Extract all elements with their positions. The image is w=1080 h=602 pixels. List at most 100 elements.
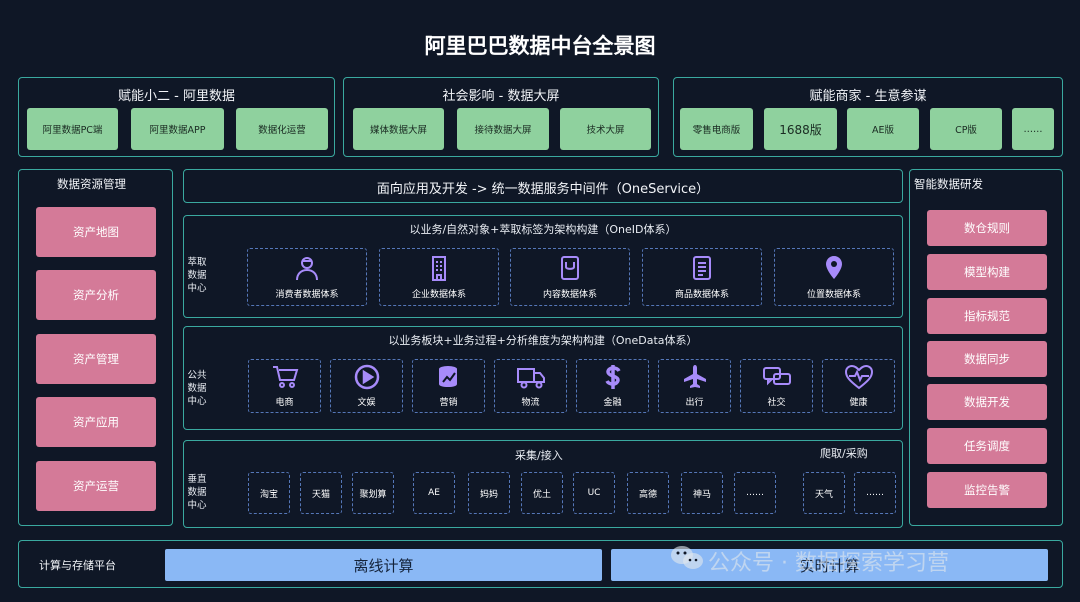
edition-1688-button[interactable]: 1688版 bbox=[764, 108, 837, 150]
item-label: 位置数据体系 bbox=[806, 290, 861, 300]
watermark-text: 公众号 · 数据探索学习营 bbox=[708, 551, 949, 576]
item-label: 健康 bbox=[849, 398, 868, 408]
panel-title: 赋能小二 - 阿里数据 bbox=[118, 89, 235, 104]
content-icon bbox=[556, 254, 584, 282]
more-button[interactable]: …… bbox=[1012, 108, 1054, 150]
travel-box[interactable]: 出行 bbox=[658, 359, 731, 413]
enterprise-data-box[interactable]: 企业数据体系 bbox=[379, 248, 499, 306]
ae-edition-button[interactable]: AE版 bbox=[847, 108, 919, 150]
wechat-logo bbox=[670, 544, 704, 572]
ecommerce-box[interactable]: 电商 bbox=[248, 359, 321, 413]
asset-analysis-button[interactable]: 资产分析 bbox=[36, 270, 156, 320]
gaode-box[interactable]: 高德 bbox=[627, 472, 669, 514]
panel-title: 数据资源管理 bbox=[57, 177, 126, 191]
cp-edition-button[interactable]: CP版 bbox=[930, 108, 1002, 150]
section-label: 萃取 数据 中心 bbox=[187, 257, 207, 294]
item-label: 物流 bbox=[521, 398, 540, 408]
section-title: 以业务板块+业务过程+分析维度为架构构建（OneData体系） bbox=[388, 334, 698, 347]
reception-screen-button[interactable]: 接待数据大屏 bbox=[457, 108, 549, 150]
data-dev-button[interactable]: 数据开发 bbox=[927, 384, 1047, 420]
logistics-box[interactable]: 物流 bbox=[494, 359, 567, 413]
dollar-icon bbox=[599, 364, 627, 390]
location-data-box[interactable]: 位置数据体系 bbox=[774, 248, 894, 306]
warehouse-rules-button[interactable]: 数仓规则 bbox=[927, 210, 1047, 246]
section-label: 垂直 数据 中心 bbox=[187, 474, 207, 511]
task-schedule-button[interactable]: 任务调度 bbox=[927, 428, 1047, 464]
location-pin-icon bbox=[820, 254, 848, 282]
crawl-more-box[interactable]: …… bbox=[854, 472, 896, 514]
oneservice-bar: 面向应用及开发 -> 统一数据服务中间件（OneService） bbox=[183, 169, 903, 203]
panel-title: 赋能商家 - 生意参谋 bbox=[809, 89, 927, 104]
marketing-box[interactable]: 营销 bbox=[412, 359, 485, 413]
social-box[interactable]: 社交 bbox=[740, 359, 813, 413]
mama-box[interactable]: 妈妈 bbox=[468, 472, 510, 514]
top-panel-business-advisor: 赋能商家 - 生意参谋 零售电商版 1688版 AE版 CP版 …… bbox=[673, 77, 1063, 157]
top-panel-big-screen: 社会影响 - 数据大屏 媒体数据大屏 接待数据大屏 技术大屏 bbox=[343, 77, 659, 157]
crawl-title: 爬取/采购 bbox=[820, 447, 868, 460]
consumer-icon bbox=[293, 254, 321, 282]
ali-data-app-button[interactable]: 阿里数据APP bbox=[131, 108, 224, 150]
asset-application-button[interactable]: 资产应用 bbox=[36, 397, 156, 447]
monitor-alarm-button[interactable]: 监控告警 bbox=[927, 472, 1047, 508]
tmall-box[interactable]: 天猫 bbox=[300, 472, 342, 514]
ali-data-pc-button[interactable]: 阿里数据PC端 bbox=[27, 108, 118, 150]
section-label: 公共 数据 中心 bbox=[187, 370, 207, 407]
public-data-center: 公共 数据 中心 以业务板块+业务过程+分析维度为架构构建（OneData体系）… bbox=[183, 326, 903, 430]
platform-label: 计算与存储平台 bbox=[39, 559, 116, 572]
item-label: 企业数据体系 bbox=[411, 290, 466, 300]
finance-box[interactable]: 金融 bbox=[576, 359, 649, 413]
airplane-icon bbox=[681, 364, 709, 390]
juhuasuan-box[interactable]: 聚划算 bbox=[352, 472, 394, 514]
data-operation-button[interactable]: 数据化运营 bbox=[236, 108, 328, 150]
collect-more-box[interactable]: …… bbox=[734, 472, 776, 514]
panel-title: 社会影响 - 数据大屏 bbox=[442, 89, 560, 104]
consumer-data-box[interactable]: 消费者数据体系 bbox=[247, 248, 367, 306]
database-chart-icon bbox=[435, 364, 463, 390]
item-label: 消费者数据体系 bbox=[275, 290, 339, 300]
heart-icon bbox=[844, 364, 874, 390]
play-icon bbox=[353, 364, 381, 390]
chat-icon bbox=[762, 364, 792, 390]
vertical-data-center: 垂直 数据 中心 采集/接入 爬取/采购 淘宝 天猫 聚划算 AE 妈妈 优土 … bbox=[183, 440, 903, 528]
page-title: 阿里巴巴数据中台全景图 bbox=[424, 34, 656, 58]
extract-data-center: 萃取 数据 中心 以业务/自然对象+萃取标签为架构构建（OneID体系） 消费者… bbox=[183, 215, 903, 318]
item-label: 商品数据体系 bbox=[674, 290, 729, 300]
data-sync-button[interactable]: 数据同步 bbox=[927, 341, 1047, 377]
taobao-box[interactable]: 淘宝 bbox=[248, 472, 290, 514]
item-label: 社交 bbox=[767, 398, 786, 408]
shopping-cart-icon bbox=[271, 364, 299, 390]
offline-compute-button[interactable]: 离线计算 bbox=[165, 549, 602, 581]
asset-operation-button[interactable]: 资产运营 bbox=[36, 461, 156, 511]
item-label: 内容数据体系 bbox=[542, 290, 597, 300]
retail-edition-button[interactable]: 零售电商版 bbox=[680, 108, 753, 150]
youtu-box[interactable]: 优土 bbox=[521, 472, 563, 514]
content-data-box[interactable]: 内容数据体系 bbox=[510, 248, 630, 306]
item-label: 金融 bbox=[603, 398, 622, 408]
tech-screen-button[interactable]: 技术大屏 bbox=[560, 108, 651, 150]
item-label: 营销 bbox=[439, 398, 458, 408]
item-label: 电商 bbox=[275, 398, 294, 408]
asset-map-button[interactable]: 资产地图 bbox=[36, 207, 156, 257]
document-icon bbox=[688, 254, 716, 282]
health-box[interactable]: 健康 bbox=[822, 359, 895, 413]
asset-management-button[interactable]: 资产管理 bbox=[36, 334, 156, 384]
panel-title: 智能数据研发 bbox=[914, 177, 983, 191]
section-title: 以业务/自然对象+萃取标签为架构构建（OneID体系） bbox=[409, 223, 677, 236]
weather-box[interactable]: 天气 bbox=[803, 472, 845, 514]
uc-box[interactable]: UC bbox=[573, 472, 615, 514]
right-panel-data-dev: 智能数据研发 数仓规则 模型构建 指标规范 数据同步 数据开发 任务调度 监控告… bbox=[909, 169, 1063, 526]
collect-title: 采集/接入 bbox=[515, 449, 563, 462]
item-label: 文娱 bbox=[357, 398, 376, 408]
ae-box[interactable]: AE bbox=[413, 472, 455, 514]
top-panel-ali-data: 赋能小二 - 阿里数据 阿里数据PC端 阿里数据APP 数据化运营 bbox=[18, 77, 335, 157]
left-panel-data-resource: 数据资源管理 资产地图 资产分析 资产管理 资产应用 资产运营 bbox=[18, 169, 173, 526]
oneservice-title: 面向应用及开发 -> 统一数据服务中间件（OneService） bbox=[376, 182, 710, 197]
product-data-box[interactable]: 商品数据体系 bbox=[642, 248, 762, 306]
metric-spec-button[interactable]: 指标规范 bbox=[927, 298, 1047, 334]
item-label: 出行 bbox=[685, 398, 704, 408]
building-icon bbox=[425, 254, 453, 282]
media-screen-button[interactable]: 媒体数据大屏 bbox=[353, 108, 444, 150]
entertainment-box[interactable]: 文娱 bbox=[330, 359, 403, 413]
shenma-box[interactable]: 神马 bbox=[681, 472, 723, 514]
model-build-button[interactable]: 模型构建 bbox=[927, 254, 1047, 290]
